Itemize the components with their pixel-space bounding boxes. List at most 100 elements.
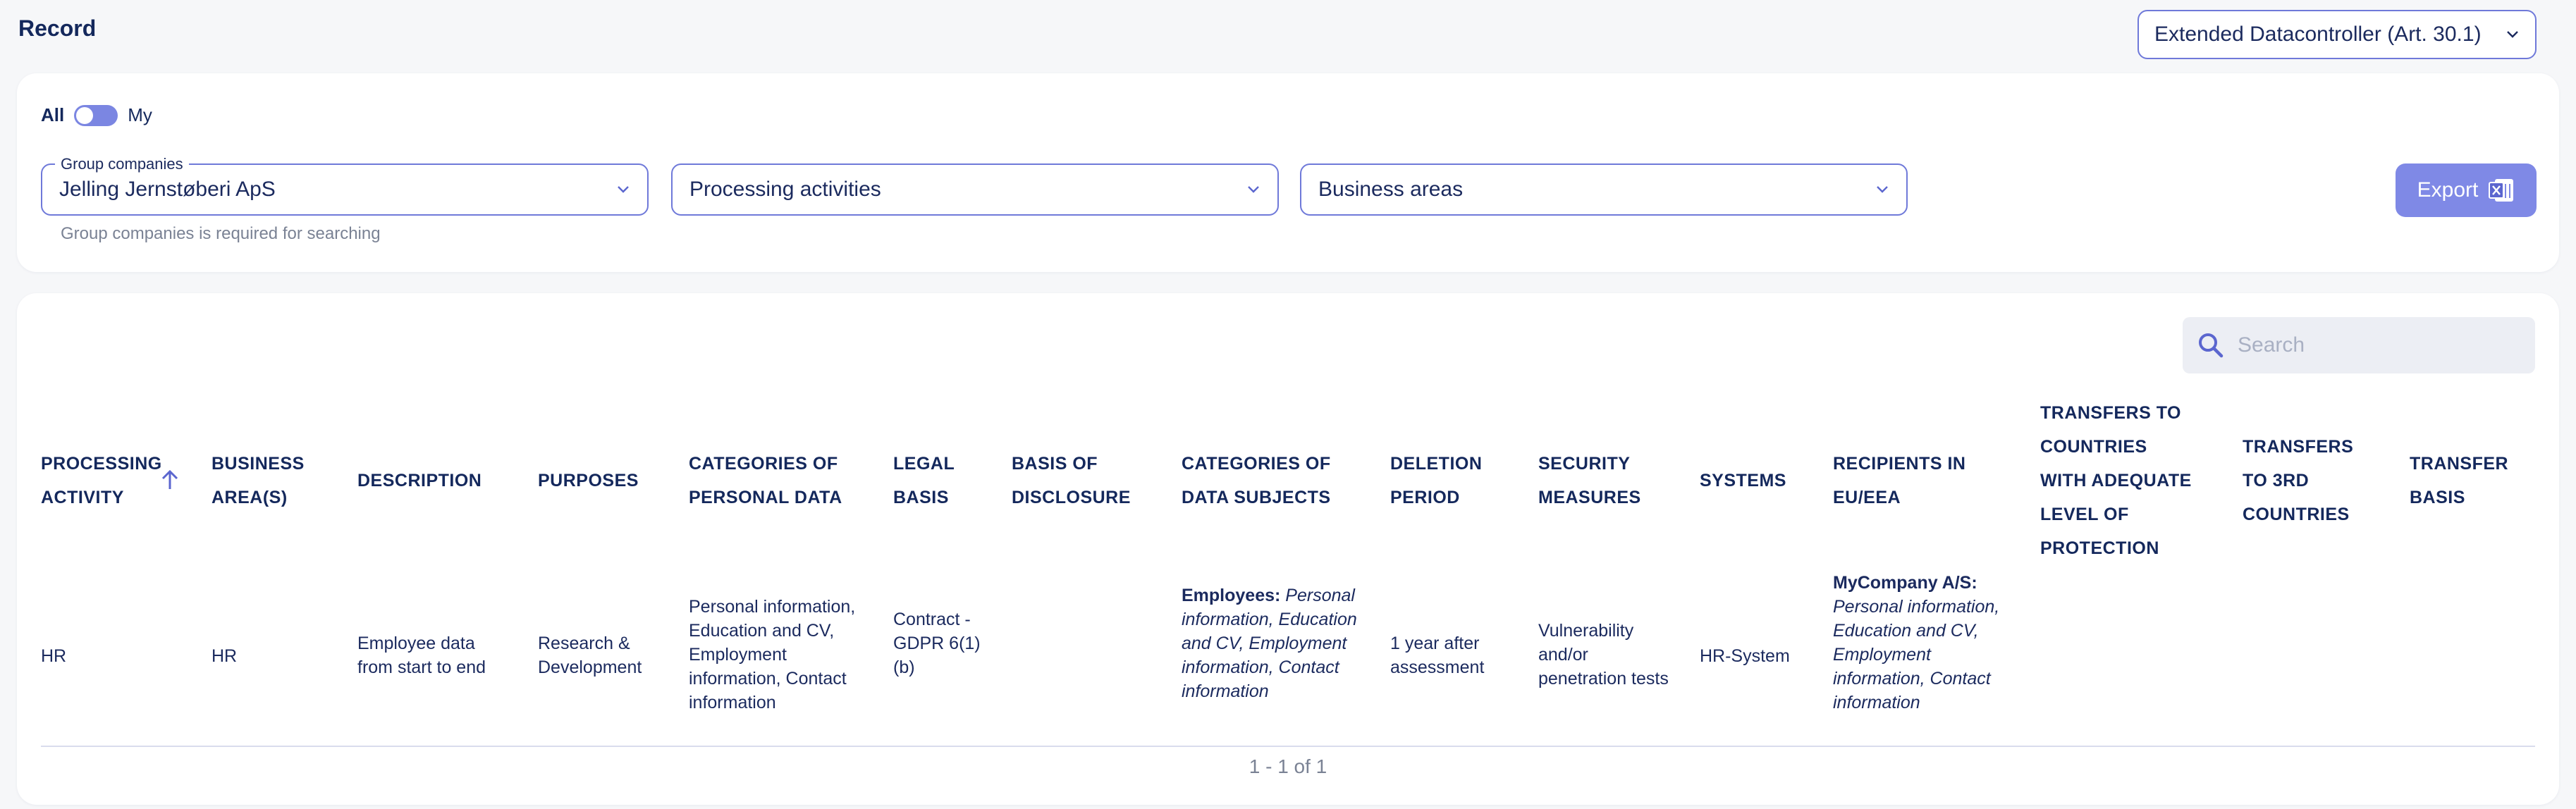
cell-recipients-line2: Education and CV, [1833, 621, 1979, 641]
header-legal-basis-line2: BASIS [893, 488, 949, 507]
header-recipients-eu-eea[interactable]: RECIPIENTS IN EU/EEA [1833, 447, 1965, 514]
processing-activities-select[interactable]: Processing activities [671, 163, 1279, 216]
header-categories-data-subjects[interactable]: CATEGORIES OF DATA SUBJECTS [1182, 447, 1331, 514]
cell-processing-activity[interactable]: HR [41, 644, 66, 668]
header-security-line1: SECURITY [1538, 454, 1631, 474]
chevron-down-icon [618, 186, 629, 193]
header-transfers-adequate-line1: TRANSFERS TO [2040, 403, 2181, 423]
header-business-areas[interactable]: BUSINESS AREA(S) [211, 447, 305, 514]
page-title: Record [18, 16, 97, 41]
header-deletion-period[interactable]: DELETION PERIOD [1390, 447, 1482, 514]
excel-icon [2489, 179, 2514, 202]
header-categories-personal-line2: PERSONAL DATA [689, 488, 842, 507]
header-description[interactable]: DESCRIPTION [357, 464, 482, 498]
cell-categories-personal-line5: information [689, 693, 776, 712]
controller-type-value: Extended Datacontroller (Art. 30.1) [2154, 23, 2482, 46]
header-deletion-line2: PERIOD [1390, 488, 1460, 507]
header-purposes[interactable]: PURPOSES [538, 464, 639, 498]
header-categories-subjects-line1: CATEGORIES OF [1182, 454, 1331, 474]
search-box[interactable] [2183, 317, 2535, 373]
header-transfers-3rd-line3: COUNTRIES [2243, 505, 2350, 524]
cell-security-line3: penetration tests [1538, 669, 1669, 688]
chevron-down-icon [1877, 186, 1888, 193]
toggle-all-label: All [41, 104, 65, 125]
processing-activities-placeholder: Processing activities [689, 178, 881, 201]
cell-categories-personal-line3: Employment [689, 645, 787, 665]
cell-categories-personal-line1: Personal information, [689, 597, 856, 617]
filter-panel: All My Group companies Jelling Jernstøbe… [17, 73, 2559, 272]
header-deletion-line1: DELETION [1390, 454, 1483, 474]
header-legal-basis-line1: LEGAL [893, 454, 955, 474]
cell-subjects-line2: information, Education [1182, 610, 1357, 629]
search-icon [2199, 333, 2224, 358]
controller-type-select[interactable]: Extended Datacontroller (Art. 30.1) [2138, 10, 2537, 59]
cell-legal-basis-line3: (b) [893, 657, 915, 677]
records-table-card: PROCESSING ACTIVITY BUSINESS AREA(S) DES… [17, 293, 2559, 805]
all-my-switch[interactable] [74, 104, 118, 126]
cell-recipients-line1: Personal information, [1833, 597, 2000, 617]
header-systems[interactable]: SYSTEMS [1700, 464, 1786, 498]
cell-recipients-line4: information, Contact [1833, 669, 1991, 688]
cell-subjects-line3: and CV, Employment [1182, 634, 1347, 653]
business-areas-select[interactable]: Business areas [1300, 163, 1908, 216]
header-categories-personal-line1: CATEGORIES OF [689, 454, 838, 474]
header-transfers-adequate-countries[interactable]: TRANSFERS TO COUNTRIES WITH ADEQUATE LEV… [2040, 396, 2192, 565]
header-categories-personal-data[interactable]: CATEGORIES OF PERSONAL DATA [689, 447, 842, 514]
export-button[interactable]: Export [2396, 163, 2537, 217]
header-basis-disclosure-line1: BASIS OF [1012, 454, 1098, 474]
header-transfers-3rd-countries[interactable]: TRANSFERS TO 3RD COUNTRIES [2243, 430, 2353, 531]
chevron-down-icon [1248, 186, 1259, 193]
cell-security-measures: Vulnerability and/or penetration tests [1538, 619, 1669, 691]
cell-categories-personal-line4: information, Contact [689, 669, 847, 688]
cell-purposes-line2: Development [538, 657, 642, 677]
cell-deletion-period: 1 year after assessment [1390, 631, 1484, 679]
cell-deletion-line2: assessment [1390, 657, 1485, 677]
toggle-my-label: My [128, 104, 152, 125]
header-security-line2: MEASURES [1538, 488, 1641, 507]
cell-legal-basis-line2: GDPR 6(1) [893, 634, 981, 653]
header-transfers-adequate-line3: WITH ADEQUATE [2040, 471, 2192, 490]
cell-recipients-line3: Employment [1833, 645, 1931, 665]
header-processing-activity-line1: PROCESSING [41, 454, 162, 474]
header-categories-subjects-line2: DATA SUBJECTS [1182, 488, 1331, 507]
cell-subjects-line5: information [1182, 681, 1269, 701]
cell-business-area: HR [211, 646, 238, 666]
cell-description-line1: Employee data [357, 634, 475, 653]
switch-knob [76, 106, 94, 124]
header-transfers-adequate-line5: PROTECTION [2040, 538, 2159, 558]
cell-deletion-line1: 1 year after [1390, 634, 1480, 653]
table-divider [41, 746, 2535, 747]
sort-ascending-icon[interactable] [159, 468, 180, 492]
export-label: Export [2417, 178, 2479, 202]
cell-recipients-eu-eea: MyCompany A/S: Personal information, Edu… [1833, 571, 1999, 715]
header-transfers-adequate-line2: COUNTRIES [2040, 437, 2147, 457]
cell-security-line2: and/or [1538, 645, 1588, 665]
ownership-toggle: All My [41, 104, 152, 126]
cell-subjects-group: Employees: [1182, 586, 1281, 605]
header-basis-of-disclosure[interactable]: BASIS OF DISCLOSURE [1012, 447, 1131, 514]
header-transfer-basis-line2: BASIS [2410, 488, 2465, 507]
cell-description: Employee data from start to end [357, 631, 486, 679]
header-business-areas-line2: AREA(S) [211, 488, 288, 507]
header-security-measures[interactable]: SECURITY MEASURES [1538, 447, 1641, 514]
group-companies-value: Jelling Jernstøberi ApS [59, 178, 276, 201]
header-business-areas-line1: BUSINESS [211, 454, 305, 474]
header-processing-activity-line2: ACTIVITY [41, 488, 124, 507]
chevron-down-icon [2507, 31, 2518, 38]
group-companies-select[interactable]: Group companies Jelling Jernstøberi ApS [41, 155, 649, 216]
search-input[interactable] [2236, 333, 2521, 358]
cell-categories-data-subjects: Employees: Personal information, Educati… [1182, 583, 1357, 703]
cell-security-line1: Vulnerability [1538, 621, 1634, 641]
header-processing-activity[interactable]: PROCESSING ACTIVITY [41, 447, 162, 514]
header-transfer-basis[interactable]: TRANSFER BASIS [2410, 447, 2508, 514]
header-legal-basis[interactable]: LEGAL BASIS [893, 447, 955, 514]
header-transfers-3rd-line1: TRANSFERS [2243, 437, 2354, 457]
cell-categories-personal-line2: Education and CV, [689, 621, 835, 641]
header-basis-disclosure-line2: DISCLOSURE [1012, 488, 1131, 507]
cell-purposes-line1: Research & [538, 634, 630, 653]
group-companies-helper: Group companies is required for searchin… [61, 224, 381, 243]
cell-description-line2: from start to end [357, 657, 486, 677]
cell-subjects-line4: information, Contact [1182, 657, 1339, 677]
cell-legal-basis: Contract - GDPR 6(1) (b) [893, 607, 981, 679]
cell-categories-personal-data: Personal information, Education and CV, … [689, 595, 855, 715]
